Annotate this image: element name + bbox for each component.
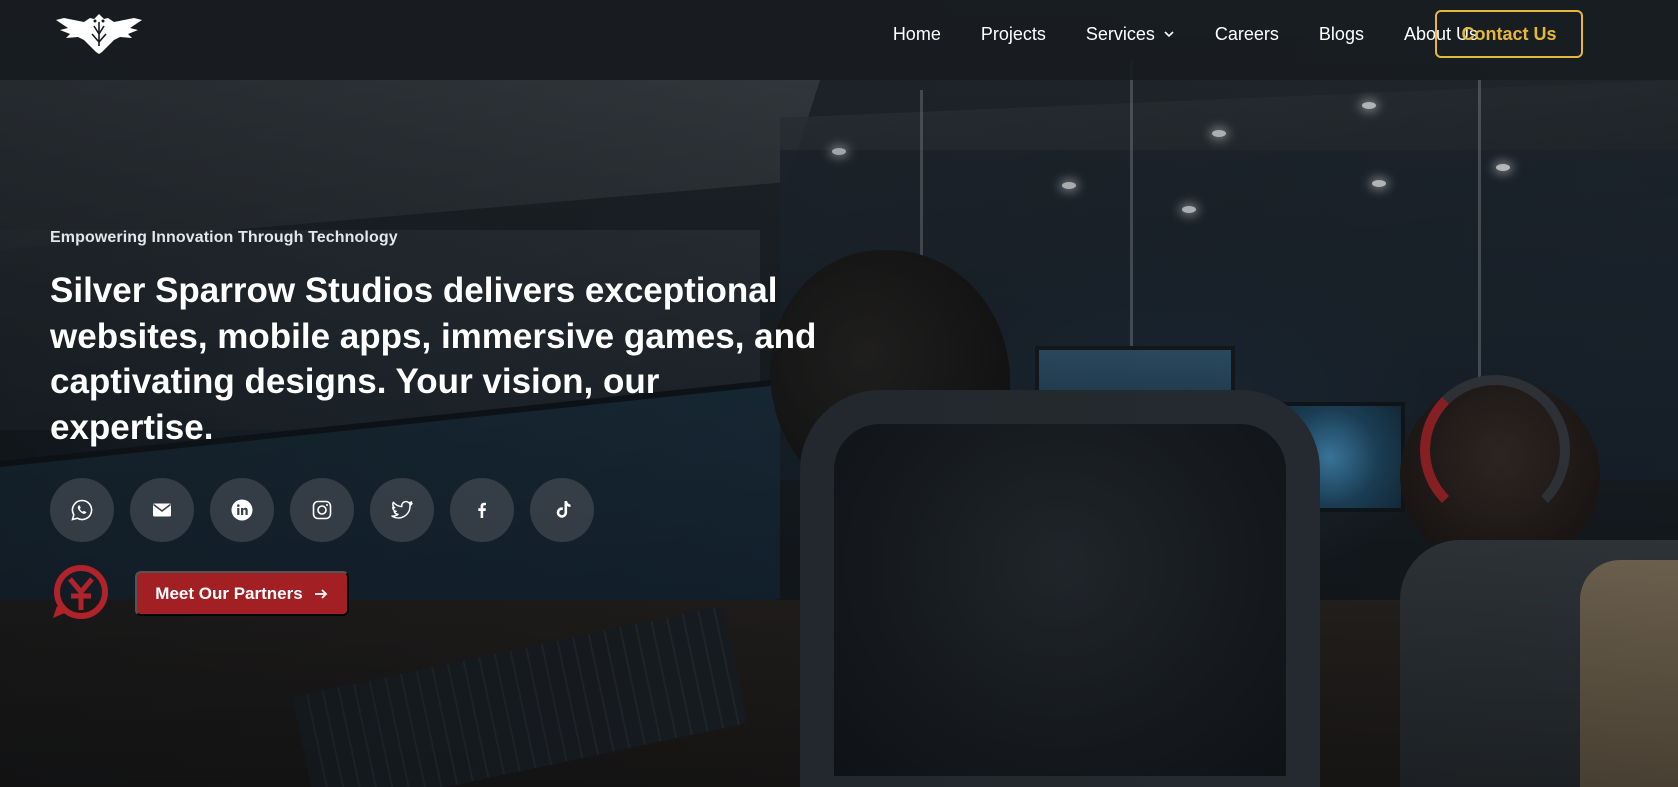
nav-home[interactable]: Home (893, 24, 941, 45)
partners-button-label: Meet Our Partners (155, 583, 303, 603)
tiktok-link[interactable] (530, 478, 594, 542)
nav-projects[interactable]: Projects (981, 24, 1046, 45)
sparrow-logo-icon[interactable] (54, 10, 144, 56)
nav-careers[interactable]: Careers (1215, 24, 1279, 45)
twitter-icon (391, 500, 413, 519)
navbar: Home Projects Services Careers Blogs Abo… (0, 0, 1678, 80)
linkedin-icon (231, 499, 253, 521)
facebook-icon (478, 502, 486, 518)
hero-headline: Silver Sparrow Studios delivers exceptio… (50, 271, 817, 447)
meet-our-partners-button[interactable]: Meet Our Partners (135, 571, 349, 616)
partner-logo-icon (51, 562, 111, 622)
whatsapp-icon (71, 499, 93, 521)
facebook-link[interactable] (450, 478, 514, 542)
hero-section: Home Projects Services Careers Blogs Abo… (0, 0, 1678, 787)
nav-services-label: Services (1085, 23, 1155, 44)
instagram-link[interactable] (290, 478, 354, 542)
nav-services[interactable]: Services (1086, 24, 1175, 45)
chevron-down-icon (1164, 31, 1174, 38)
tiktok-icon (556, 501, 571, 518)
twitter-link[interactable] (370, 478, 434, 542)
email-icon (153, 503, 171, 517)
arrow-right-icon (314, 588, 327, 599)
whatsapp-link[interactable] (50, 478, 114, 542)
instagram-icon (312, 500, 332, 520)
social-links (50, 478, 594, 542)
nav-blogs[interactable]: Blogs (1319, 24, 1364, 45)
email-link[interactable] (130, 478, 194, 542)
contact-us-button[interactable]: Contact Us (1435, 10, 1583, 58)
linkedin-link[interactable] (210, 478, 274, 542)
hero-tagline: Empowering Innovation Through Technology (50, 229, 398, 246)
nav-links: Home Projects Services Careers Blogs Abo… (853, 0, 1478, 68)
